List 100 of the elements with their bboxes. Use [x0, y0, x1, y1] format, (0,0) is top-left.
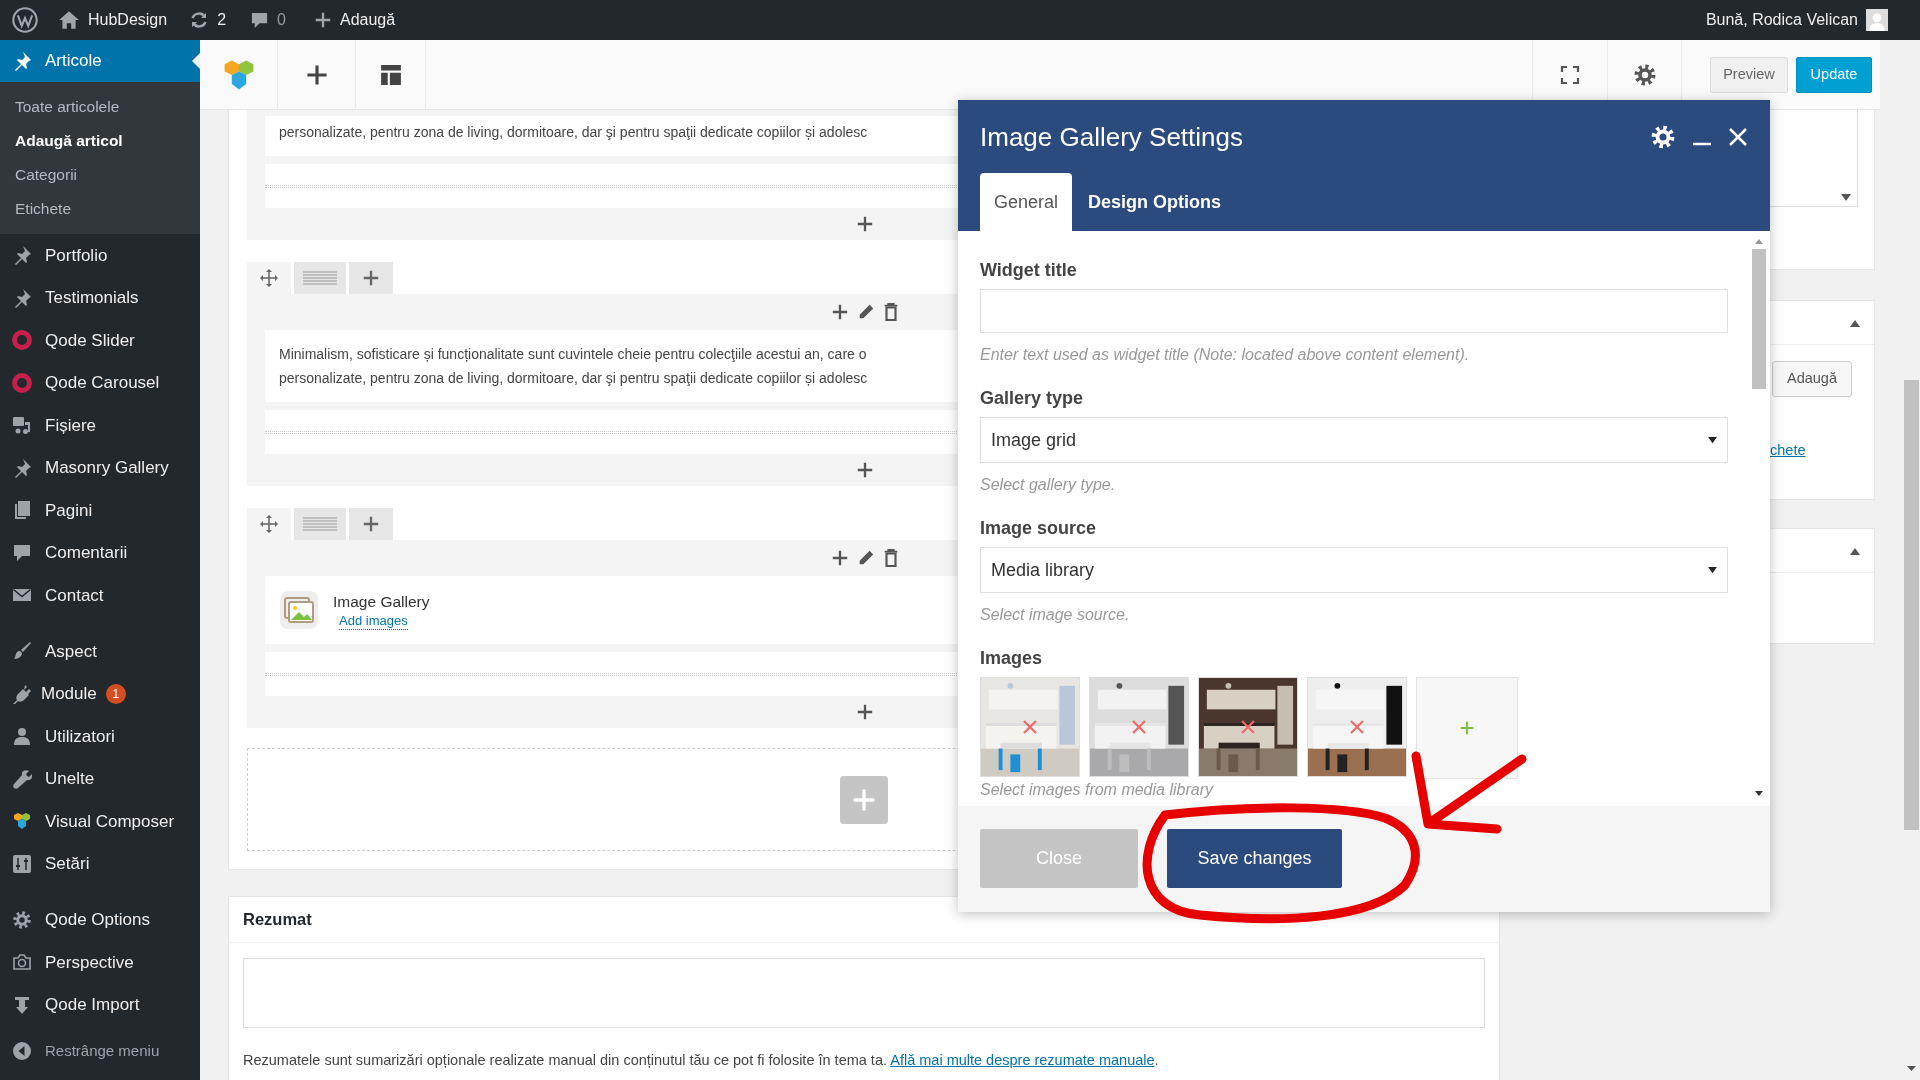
- add-column-button[interactable]: [349, 508, 393, 540]
- dialog-title: Image Gallery Settings: [980, 121, 1244, 154]
- select-field[interactable]: Media library: [980, 547, 1728, 593]
- submenu-item[interactable]: Toate articolele: [0, 90, 200, 124]
- tab[interactable]: Design Options: [1074, 173, 1236, 231]
- text-line: personalizate, pentru zona de living, dormitoare, dar şi pentru spaţii dedicate copiilor și adolesc: [279, 369, 868, 388]
- remove-icon[interactable]: [1241, 720, 1255, 734]
- sidebar-item[interactable]: Masonry Gallery: [0, 446, 200, 489]
- new-link[interactable]: Adaugă: [339, 8, 396, 32]
- sidebar-item[interactable]: Utilizatori: [0, 715, 200, 758]
- settings-icon: [12, 909, 32, 930]
- preview-button[interactable]: Preview: [1710, 56, 1788, 93]
- brush-icon: [12, 641, 32, 662]
- help-text: Rezumatele sunt sumarizări opționale realizate manual din conținutul tău ce pot fi folosite în tema ta. Află mai multe despre rezumate manuale.: [242, 1051, 1160, 1070]
- help-text: Select image source.: [980, 605, 1131, 625]
- sidebar-item[interactable]: Portfolio: [0, 234, 200, 277]
- help-text: Select gallery type.: [980, 475, 1117, 495]
- edit-icon[interactable]: [857, 303, 875, 321]
- collapse-arrow-icon[interactable]: [1850, 546, 1860, 555]
- add-tag-button[interactable]: Adaugă: [1772, 361, 1852, 397]
- caret-icon: [1708, 436, 1717, 444]
- add-image-button[interactable]: [1416, 677, 1518, 779]
- site-link[interactable]: HubDesign: [88, 8, 168, 32]
- caret-icon: [1708, 566, 1717, 574]
- fullscreen-icon[interactable]: [1560, 64, 1580, 85]
- count-badge: 1: [105, 683, 126, 704]
- plus-icon: [1459, 720, 1475, 736]
- add-column-button[interactable]: [349, 262, 393, 294]
- save-button[interactable]: Save changes: [1167, 829, 1342, 888]
- greeting-text[interactable]: Bună, Rodica Velican: [1705, 8, 1858, 32]
- sidebar-item[interactable]: Qode Options: [0, 898, 200, 941]
- sidebar-item[interactable]: Setări: [0, 842, 200, 885]
- settings-icon[interactable]: [1650, 124, 1676, 150]
- delete-icon[interactable]: [883, 303, 899, 321]
- tags-link[interactable]: chete: [1770, 440, 1806, 462]
- collapse-arrow-icon[interactable]: [1850, 318, 1860, 327]
- layout-icon[interactable]: [379, 63, 402, 86]
- media-icon: [12, 415, 32, 436]
- sidebar-item[interactable]: Qode Slider: [0, 319, 200, 362]
- ring-icon: [12, 330, 32, 351]
- home-icon: [58, 9, 80, 31]
- plus-icon: [362, 515, 380, 533]
- sliders-icon: [12, 853, 32, 874]
- caret-icon: [1841, 194, 1851, 202]
- sidebar-item[interactable]: Perspective: [0, 941, 200, 984]
- camera-icon: [12, 952, 32, 973]
- field-label: Gallery type: [980, 387, 1085, 409]
- comment-count[interactable]: 0: [277, 8, 286, 32]
- sidebar-item[interactable]: Pagini: [0, 489, 200, 532]
- sidebar-item[interactable]: Visual Composer: [0, 800, 200, 843]
- submenu-item[interactable]: Adaugă articol: [0, 124, 200, 158]
- sidebar-item[interactable]: Fișiere: [0, 404, 200, 447]
- text-field[interactable]: [980, 289, 1728, 333]
- collapse-menu[interactable]: Restrânge meniu: [0, 1030, 200, 1073]
- sidebar-item[interactable]: Testimonials: [0, 276, 200, 319]
- tab[interactable]: General: [980, 173, 1073, 231]
- update-count[interactable]: 2: [217, 8, 227, 32]
- add-icon[interactable]: [856, 215, 874, 233]
- settings-icon[interactable]: [1632, 62, 1657, 87]
- delete-icon[interactable]: [883, 549, 899, 567]
- wrench-icon: [12, 768, 32, 789]
- text-line: Minimalism, sofisticare și funcționalitate sunt cuvintele cheie pentru colecţiile acestui an, care o: [279, 345, 867, 364]
- plus-icon: [362, 269, 380, 287]
- add-icon[interactable]: [856, 703, 874, 721]
- sidebar-item[interactable]: Unelte: [0, 757, 200, 800]
- lines-icon: [303, 271, 337, 285]
- sidebar-item[interactable]: Comentarii: [0, 531, 200, 574]
- submenu-item[interactable]: Categorii: [0, 158, 200, 192]
- select-field[interactable]: Image grid: [980, 417, 1728, 463]
- lines-icon: [303, 517, 337, 531]
- move-icon: [259, 268, 279, 288]
- sidebar-item[interactable]: Qode Carousel: [0, 361, 200, 404]
- add-icon[interactable]: [831, 549, 849, 567]
- logo-icon[interactable]: [12, 7, 38, 33]
- add-images-link[interactable]: Add images: [339, 613, 408, 631]
- field-label: Image source: [980, 517, 1098, 539]
- field-label: Images: [980, 647, 1044, 669]
- edit-icon[interactable]: [857, 549, 875, 567]
- submenu-item[interactable]: Etichete: [0, 192, 200, 226]
- ring-icon: [12, 372, 32, 393]
- move-handle[interactable]: [247, 508, 291, 540]
- sidebar-item[interactable]: Qode Import: [0, 983, 200, 1026]
- help-text: Enter text used as widget title (Note: located above content element).: [980, 345, 1471, 365]
- close-icon[interactable]: [1728, 127, 1748, 147]
- pages-icon: [12, 500, 32, 521]
- sidebar-item[interactable]: Module 1: [0, 672, 200, 715]
- help-text: Select images from media library: [980, 780, 1215, 800]
- sidebar-item[interactable]: Contact: [0, 574, 200, 617]
- move-icon: [259, 514, 279, 534]
- help-link[interactable]: Află mai multe despre rezumate manuale: [890, 1052, 1155, 1068]
- add-element-icon[interactable]: [304, 62, 329, 87]
- excerpt-field[interactable]: [243, 958, 1485, 1028]
- sidebar-item[interactable]: Articole: [0, 40, 200, 82]
- field-label: Widget title: [980, 259, 1078, 281]
- add-icon[interactable]: [831, 303, 849, 321]
- sidebar-item[interactable]: Aspect: [0, 630, 200, 673]
- move-handle[interactable]: [247, 262, 291, 294]
- refresh-icon: [189, 10, 210, 30]
- cube-logo-icon: [12, 811, 32, 832]
- add-icon[interactable]: [856, 461, 874, 479]
